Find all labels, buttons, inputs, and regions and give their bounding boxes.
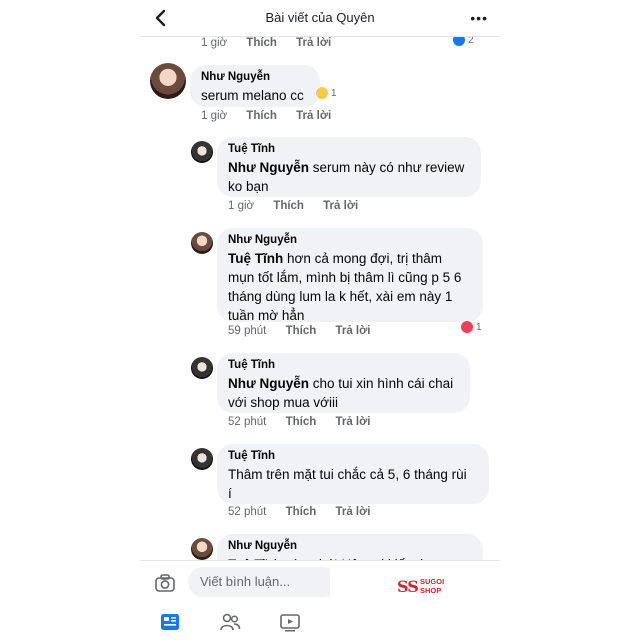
comment-time: 1 giờ: [228, 200, 255, 212]
watermark-text: SUGOI SHOP: [420, 577, 445, 595]
like-button[interactable]: Thích: [286, 506, 317, 518]
avatar[interactable]: [191, 538, 213, 560]
comment-meta-row: 1 giờ Thích Trả lời: [201, 37, 347, 49]
reply-button[interactable]: Trả lời: [335, 506, 370, 518]
wow-reaction-icon: [315, 86, 329, 100]
like-button[interactable]: Thích: [286, 325, 317, 337]
comment-bubble: Như Nguyễn serum melano cc: [190, 65, 320, 107]
comment-meta-row: 52 phút Thích Trả lời: [228, 506, 386, 518]
avatar[interactable]: [191, 448, 213, 470]
reaction-count: 1: [476, 321, 482, 333]
reply-button[interactable]: Trả lời: [323, 200, 358, 212]
reply-button[interactable]: Trả lời: [296, 110, 331, 122]
shop-watermark-logo: SS SUGOI SHOP: [330, 565, 470, 640]
comment-text: Như Nguyễn cho tui xin hình cái chai với…: [228, 376, 454, 410]
commenter-name[interactable]: Như Nguyễn: [228, 234, 472, 246]
avatar[interactable]: [191, 232, 213, 254]
comment-bubble: Như Nguyễn Tuệ Tĩnh hơn cả mong đợi, trị…: [217, 228, 483, 323]
comment-meta-row: 1 giờ Thích Trả lời: [228, 200, 374, 212]
commenter-name[interactable]: Tuệ Tĩnh: [228, 359, 459, 371]
comment-bubble: Tuệ Tĩnh Như Nguyễn cho tui xin hình cái…: [217, 353, 470, 413]
comment-text: Tuệ Tĩnh hơn cả mong đợi, trị thâm mụn t…: [228, 251, 462, 323]
avatar[interactable]: [191, 357, 213, 379]
comment-text: serum melano cc: [201, 88, 304, 103]
comment-meta-row: 59 phút Thích Trả lời: [228, 325, 386, 337]
watermark-mark: SS: [397, 577, 419, 596]
like-button[interactable]: Thích: [246, 37, 277, 49]
love-reaction-icon: [460, 320, 474, 334]
friends-icon[interactable]: [219, 611, 241, 633]
comment-meta-row: 1 giờ Thích Trả lời: [201, 110, 347, 122]
comment-screen: Bài viết của Quyên ••• 1 giờ Thích Trả l…: [140, 0, 500, 640]
like-button[interactable]: Thích: [286, 416, 317, 428]
mention-link[interactable]: Như Nguyễn: [228, 160, 309, 175]
comment-time: 59 phút: [228, 325, 267, 337]
comment-time: 52 phút: [228, 416, 267, 428]
comment-text: Thâm trên mặt tui chắc cả 5, 6 tháng rùi…: [228, 467, 467, 501]
comment-time: 52 phút: [228, 506, 267, 518]
watch-icon[interactable]: [279, 611, 301, 633]
top-bar: Bài viết của Quyên •••: [140, 0, 500, 37]
reply-button[interactable]: Trả lời: [296, 37, 331, 49]
mention-link[interactable]: Tuệ Tĩnh: [228, 251, 283, 266]
comment-bubble: Tuệ Tĩnh Thâm trên mặt tui chắc cả 5, 6 …: [217, 444, 489, 504]
like-button[interactable]: Thích: [246, 110, 277, 122]
commenter-name[interactable]: Như Nguyễn: [228, 540, 472, 552]
page-title: Bài viết của Quyên: [265, 10, 375, 25]
reaction-badge[interactable]: 1: [315, 86, 337, 100]
commenter-name[interactable]: Tuệ Tĩnh: [228, 450, 478, 462]
camera-icon[interactable]: [154, 572, 176, 594]
avatar[interactable]: [150, 63, 186, 99]
like-button[interactable]: Thích: [273, 200, 304, 212]
comment-input[interactable]: Viết bình luận...: [188, 567, 338, 597]
reaction-count: 1: [331, 87, 337, 99]
commenter-name[interactable]: Tuệ Tĩnh: [228, 143, 470, 155]
comment-text: Như Nguyễn serum này có như review ko bạ…: [228, 160, 465, 194]
comment-time: 1 giờ: [201, 110, 228, 122]
commenter-name[interactable]: Như Nguyễn: [201, 71, 309, 83]
avatar[interactable]: [191, 141, 213, 163]
mention-link[interactable]: Như Nguyễn: [228, 376, 309, 391]
reply-button[interactable]: Trả lời: [335, 325, 370, 337]
news-feed-icon[interactable]: [159, 611, 181, 633]
comment-bubble: Tuệ Tĩnh Như Nguyễn serum này có như rev…: [217, 137, 481, 197]
reply-button[interactable]: Trả lời: [335, 416, 370, 428]
comment-time: 1 giờ: [201, 37, 228, 49]
comment-meta-row: 52 phút Thích Trả lời: [228, 416, 386, 428]
more-options-icon[interactable]: •••: [470, 10, 488, 26]
reaction-badge[interactable]: 1: [460, 320, 482, 334]
